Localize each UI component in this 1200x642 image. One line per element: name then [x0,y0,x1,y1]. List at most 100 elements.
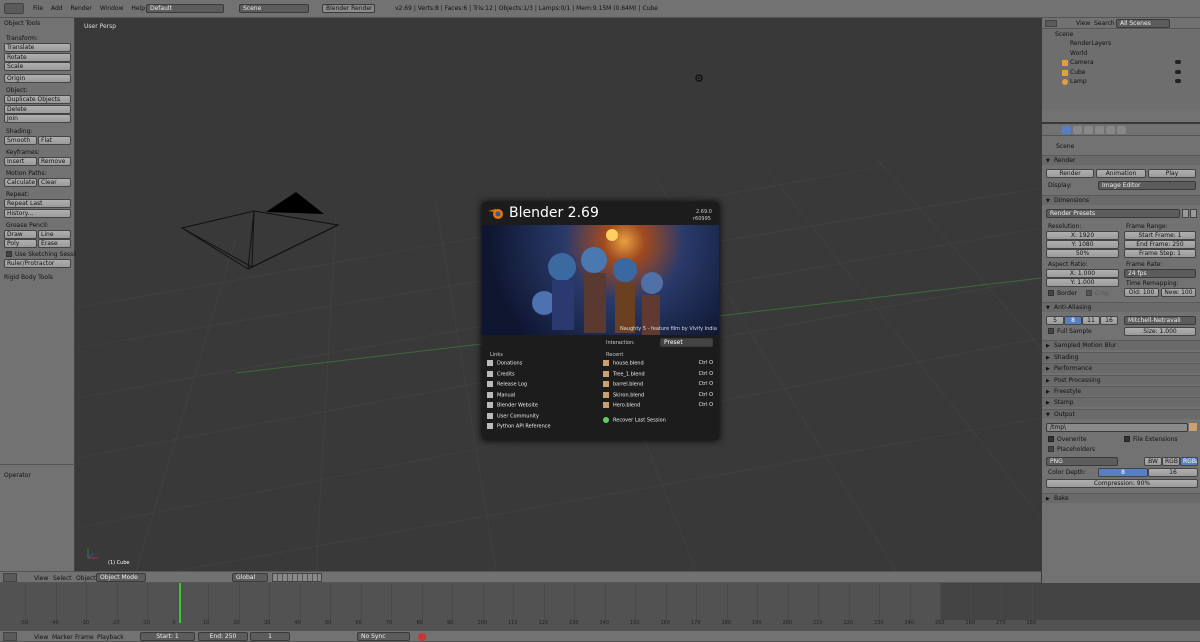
visibility-eye-icon[interactable] [1175,70,1181,74]
outliner[interactable]: View Search All Scenes Scene RenderLayer… [1042,18,1200,122]
interaction-preset-dropdown[interactable]: Preset [660,338,713,347]
file-extensions-checkbox[interactable] [1124,436,1130,442]
record-icon[interactable] [418,633,426,641]
link-release-log[interactable]: Release Log [487,381,551,392]
world-tab-icon[interactable] [1084,126,1093,134]
transform-orientation-dropdown[interactable]: Global [232,573,268,582]
resolution-y-field[interactable]: Y: 1080 [1046,240,1119,249]
color-rgba-button[interactable]: RGBA [1180,457,1198,466]
filter-size-field[interactable]: Size: 1.000 [1124,327,1196,336]
object-tools-title[interactable]: Object Tools [4,20,40,27]
playback-menu[interactable]: Playback [97,634,124,641]
link-donations[interactable]: Donations [487,360,551,371]
smooth-button[interactable]: Smooth [4,136,37,145]
sync-mode-dropdown[interactable]: No Sync [357,632,410,641]
recover-last-session[interactable]: Recover Last Session [603,413,713,426]
tree-item-scene[interactable]: Scene [1055,31,1073,38]
scene-tab-icon[interactable] [1073,126,1082,134]
rigid-body-tools-panel[interactable]: Rigid Body Tools [4,274,53,281]
editor-type-icon[interactable] [3,573,17,582]
dimensions-panel-header[interactable]: ▼ Dimensions [1042,195,1200,205]
render-button[interactable]: Render [1046,169,1094,178]
play-button[interactable]: Play [1148,169,1196,178]
placeholders-checkbox[interactable] [1048,446,1054,452]
aspect-x-field[interactable]: X: 1.000 [1046,269,1119,278]
tree-item-renderlayers[interactable]: RenderLayers [1070,40,1111,47]
tree-item-camera[interactable]: Camera [1070,59,1094,66]
translate-button[interactable]: Translate [4,43,71,52]
frame-menu[interactable]: Frame [75,634,94,641]
link-python-api[interactable]: Python API Reference [487,423,551,434]
bake-panel[interactable]: ▶ Bake [1042,493,1200,503]
output-path-field[interactable]: /tmp\ [1046,423,1188,432]
outliner-search-menu[interactable]: Search [1094,20,1115,27]
link-manual[interactable]: Manual [487,391,551,403]
join-button[interactable]: Join [4,114,71,123]
insert-keyframe-button[interactable]: Insert [4,157,37,166]
add-preset-icon[interactable] [1182,209,1189,218]
view-menu[interactable]: View [34,575,48,582]
visibility-eye-icon[interactable] [1175,79,1181,83]
render-tab-icon[interactable] [1062,126,1071,134]
current-frame-field[interactable]: 1 [250,632,290,641]
border-checkbox[interactable] [1048,290,1054,296]
file-format-dropdown[interactable]: PNG [1046,457,1118,466]
marker-menu[interactable]: Marker [52,634,73,641]
crop-checkbox[interactable] [1086,290,1092,296]
outliner-filter-dropdown[interactable]: All Scenes [1116,19,1170,28]
scene-selector[interactable]: Scene [239,4,309,13]
current-frame-indicator[interactable] [179,583,181,623]
rotate-button[interactable]: Rotate [4,53,71,62]
line-button[interactable]: Line [38,230,71,239]
recent-file[interactable]: Tree_1.blend Ctrl O [603,370,713,382]
origin-button[interactable]: Origin [4,74,71,83]
repeat-last-button[interactable]: Repeat Last [4,199,71,208]
frame-rate-dropdown[interactable]: 24 fps [1124,269,1196,278]
properties-editor[interactable]: Scene ▼ Render Render Animation Play Disp… [1042,124,1200,642]
object-menu[interactable]: Object [76,575,96,582]
display-dropdown[interactable]: Image Editor [1098,181,1196,190]
outliner-view-menu[interactable]: View [1076,20,1090,27]
delete-button[interactable]: Delete [4,105,71,114]
aspect-y-field[interactable]: Y: 1.000 [1046,278,1119,287]
editor-type-icon[interactable] [3,632,17,641]
aa-samples-5[interactable]: 5 [1046,316,1064,325]
overwrite-checkbox[interactable] [1048,436,1054,442]
clear-button[interactable]: Clear [38,178,71,187]
remove-keyframe-button[interactable]: Remove [38,157,71,166]
end-frame-field[interactable]: End: 250 [198,632,248,641]
menu-render[interactable]: Render [68,4,95,13]
screen-layout-selector[interactable]: Default [146,4,224,13]
object-mode-dropdown[interactable]: Object Mode [96,573,146,582]
menu-window[interactable]: Window [97,4,127,13]
start-frame-field[interactable]: Start: 1 [140,632,195,641]
material-tab-icon[interactable] [1117,126,1126,134]
scale-button[interactable]: Scale [4,62,71,71]
output-panel-header[interactable]: ▼ Output [1042,409,1200,419]
link-credits[interactable]: Credits [487,370,551,382]
color-depth-8[interactable]: 8 [1098,468,1148,477]
menu-file[interactable]: File [30,4,46,13]
resolution-percentage-field[interactable]: 50% [1046,249,1119,258]
ruler-button[interactable]: Ruler/Protractor [4,259,71,268]
recent-file[interactable]: Skiron.blend Ctrl O [603,391,713,403]
post-processing-panel[interactable]: ▶ Post Processing [1042,375,1200,385]
timeline-view-menu[interactable]: View [34,634,48,641]
operator-panel[interactable]: Operator [4,472,31,479]
full-sample-checkbox[interactable] [1048,328,1054,334]
object-tab-icon[interactable] [1095,126,1104,134]
timeline[interactable]: -50 -40 -30 -20 -10 0 10 20 30 40 50 60 70 80 90 100 110… [0,583,1200,630]
color-depth-16[interactable]: 16 [1148,468,1198,477]
stamp-panel[interactable]: ▶ Stamp [1042,397,1200,407]
shading-panel[interactable]: ▶ Shading [1042,352,1200,362]
render-panel-header[interactable]: ▼ Render [1042,155,1200,165]
visibility-eye-icon[interactable] [1175,60,1181,64]
start-frame-field[interactable]: Start Frame: 1 [1124,231,1196,240]
time-remap-new-field[interactable]: New: 100 [1161,288,1196,297]
recent-file[interactable]: house.blend Ctrl O [603,360,713,371]
compression-slider[interactable]: Compression: 90% [1046,479,1198,488]
animation-button[interactable]: Animation [1096,169,1146,178]
frame-step-field[interactable]: Frame Step: 1 [1124,249,1196,258]
draw-button[interactable]: Draw [4,230,37,239]
resolution-x-field[interactable]: X: 1920 [1046,231,1119,240]
